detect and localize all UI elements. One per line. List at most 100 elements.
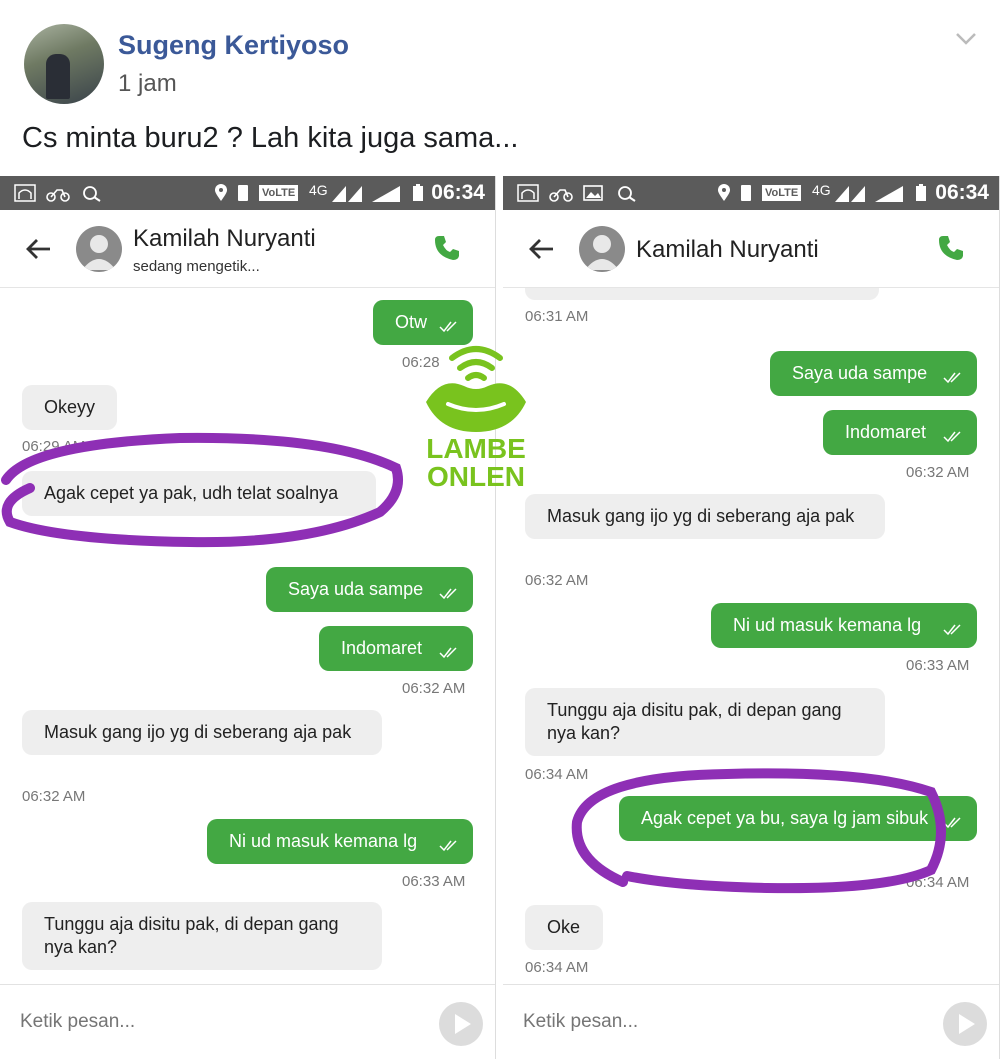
message-bubble-out[interactable]: Ni ud masuk kemana lg [207,819,473,864]
message-text: Ni ud masuk kemana lg [733,615,922,635]
post-header: Sugeng Kertiyoso 1 jam Cs minta buru2 ? … [0,0,1000,175]
signal-icon [835,186,865,202]
message-time: 06:32 AM [525,572,589,589]
contact-name: Kamilah Nuryanti [636,236,819,263]
image-icon [583,185,603,201]
double-check-icon [439,321,457,333]
message-input[interactable] [523,1005,913,1039]
message-time: 06:34 AM [525,766,589,783]
message-text: Agak cepet ya bu, saya lg jam sibuk [641,808,929,828]
message-time: 06:33 AM [402,873,466,890]
gps-search-icon [83,186,101,202]
double-check-icon [943,817,961,829]
left-screenshot: VoLTE 4G 06:34 Kamilah Nuryanti sedang m… [0,176,496,1059]
contact-avatar[interactable] [579,226,625,272]
message-time: 06:33 AM [906,657,970,674]
network-type: 4G [309,182,328,198]
double-check-icon [439,588,457,600]
chevron-down-icon[interactable] [952,24,980,52]
message-time: 06:34 AM [906,874,970,891]
message-bubble-out[interactable]: Saya uda sampe [266,567,473,612]
message-time: 06:34 AM [525,959,589,976]
message-bubble-in[interactable]: Agak cepet ya pak, udh telat soalnya [22,471,376,516]
message-bubble-in[interactable]: Tunggu aja disitu pak, di depan gang nya… [22,902,382,970]
phone-call-icon[interactable] [433,234,461,262]
lips-wifi-logo-icon [426,346,526,432]
phone-call-icon[interactable] [937,234,965,262]
double-check-icon [943,624,961,636]
author-name[interactable]: Sugeng Kertiyoso [118,30,349,61]
send-icon [959,1014,975,1034]
message-time: 06:29 AM [22,438,86,455]
message-bubble-out[interactable]: Agak cepet ya bu, saya lg jam sibuk [619,796,977,841]
message-time: 06:31 AM [525,308,589,325]
person-icon [82,235,116,270]
status-time: 06:34 [431,181,485,204]
message-time: 06:32 AM [22,788,86,805]
message-bubble-out[interactable]: Ni ud masuk kemana lg [711,603,977,648]
message-composer [0,984,495,1059]
message-bubble-in[interactable]: Tunggu aja disitu pak, di depan gang nya… [525,688,885,756]
volte-badge: VoLTE [259,185,299,201]
double-check-icon [943,431,961,443]
message-bubble-in[interactable]: Masuk gang ijo yg di seberang aja pak [525,494,885,539]
location-icon [215,184,227,201]
typing-status: sedang mengetik... [133,258,260,275]
mosque-icon [14,184,36,202]
message-text: Ni ud masuk kemana lg [229,831,418,851]
battery-icon [916,184,926,201]
status-bar: VoLTE 4G 06:34 [503,176,999,210]
watermark-text-line2: ONLEN [427,461,525,492]
message-text: Otw [395,312,428,332]
message-list[interactable]: 06:31 AM Saya uda sampe Indomaret 06:32 … [503,288,999,983]
volte-badge: VoLTE [762,185,802,201]
back-arrow-icon[interactable] [527,234,557,264]
contact-avatar[interactable] [76,226,122,272]
message-bubble-in[interactable]: Masuk gang ijo yg di seberang aja pak [22,710,382,755]
watermark-logo: LAMBE ONLEN [412,336,540,496]
message-text: Indomaret [845,422,927,442]
mosque-icon [517,184,539,202]
chat-app-bar: Kamilah Nuryanti sedang mengetik... [0,210,495,288]
message-time: 06:32 AM [402,680,466,697]
message-time: 06:32 AM [906,464,970,481]
author-avatar[interactable] [24,24,104,104]
message-bubble-out[interactable]: Saya uda sampe [770,351,977,396]
message-input[interactable] [20,1005,410,1039]
signal-2-icon [372,186,400,202]
right-screenshot: VoLTE 4G 06:34 Kamilah Nuryanti 06:31 AM… [503,176,1000,1059]
contact-name: Kamilah Nuryanti [133,225,316,252]
gps-search-icon [618,186,636,202]
double-check-icon [439,647,457,659]
post-time[interactable]: 1 jam [118,70,177,98]
message-bubble-out[interactable]: Indomaret [319,626,473,671]
message-text: Indomaret [341,638,423,658]
message-bubble-out[interactable]: Indomaret [823,410,977,455]
status-bar: VoLTE 4G 06:34 [0,176,495,210]
send-button[interactable] [439,1002,483,1046]
double-check-icon [943,372,961,384]
send-button[interactable] [943,1002,987,1046]
network-type: 4G [812,182,831,198]
chat-app-bar: Kamilah Nuryanti [503,210,999,288]
message-bubble-in[interactable]: Oke [525,905,603,950]
location-icon [718,184,730,201]
motorbike-icon [549,189,573,202]
back-arrow-icon[interactable] [24,234,54,264]
sim-icon [741,185,751,201]
battery-icon [413,184,423,201]
post-text: Cs minta buru2 ? Lah kita juga sama... [22,122,519,154]
double-check-icon [439,840,457,852]
motorbike-icon [46,189,70,202]
sim-icon [238,185,248,201]
message-text: Saya uda sampe [288,579,424,599]
watermark-text-line1: LAMBE [426,433,526,464]
message-bubble-in[interactable] [525,288,879,300]
message-composer [503,984,999,1059]
person-icon [585,235,619,270]
message-bubble-in[interactable]: Okeyy [22,385,117,430]
status-time: 06:34 [935,181,989,204]
send-icon [455,1014,471,1034]
signal-icon [332,186,362,202]
signal-2-icon [875,186,903,202]
